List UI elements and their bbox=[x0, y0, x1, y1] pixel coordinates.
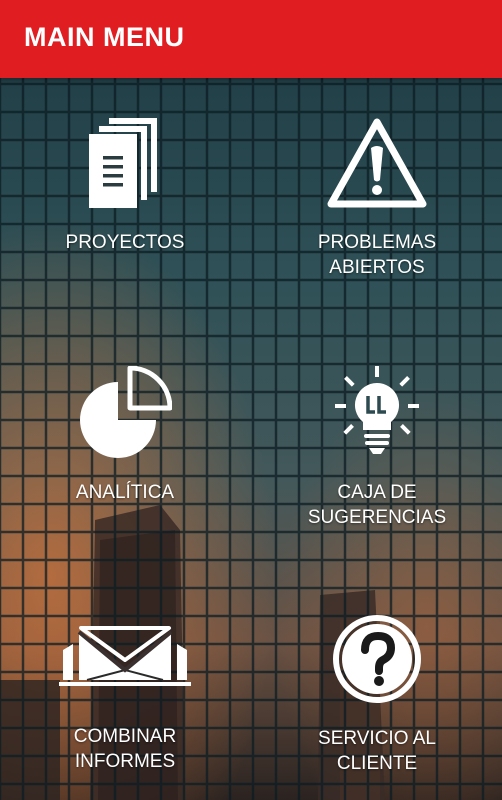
menu-item-combinar-informes[interactable]: COMBINAR INFORMES bbox=[15, 626, 235, 774]
app-bar: MAIN MENU bbox=[0, 0, 502, 78]
menu-item-label: ABIERTOS bbox=[329, 257, 425, 278]
pie-chart-icon bbox=[80, 366, 172, 458]
menu-item-analitica[interactable]: ANALÍTICA bbox=[15, 366, 235, 505]
main-menu-screen: MAIN MENU PROYECTOS PROBLEMAS ABIERTOS A bbox=[0, 0, 502, 800]
help-icon bbox=[333, 615, 421, 703]
menu-item-label: COMBINAR bbox=[73, 726, 177, 747]
menu-item-label: SUGERENCIAS bbox=[307, 507, 447, 528]
menu-item-proyectos[interactable]: PROYECTOS bbox=[15, 118, 235, 255]
menu-item-caja-de-sugerencias[interactable]: CAJA DE SUGERENCIAS bbox=[267, 366, 487, 530]
menu-item-label: PROYECTOS bbox=[65, 232, 185, 253]
mail-merge-icon bbox=[59, 626, 191, 686]
menu-item-servicio-al-cliente[interactable]: SERVICIO AL CLIENTE bbox=[267, 614, 487, 776]
menu-item-label: INFORMES bbox=[74, 751, 176, 772]
menu-item-label: CAJA DE bbox=[337, 482, 417, 503]
page-title: MAIN MENU bbox=[24, 22, 185, 52]
menu-item-problemas-abiertos[interactable]: PROBLEMAS ABIERTOS bbox=[267, 118, 487, 280]
menu-item-label: ANALÍTICA bbox=[75, 482, 175, 503]
lightbulb-icon bbox=[335, 366, 419, 454]
menu-item-label: CLIENTE bbox=[336, 753, 418, 774]
menu-item-label: PROBLEMAS bbox=[317, 232, 437, 253]
documents-icon bbox=[89, 118, 157, 208]
menu-item-label: SERVICIO AL bbox=[318, 728, 436, 749]
warning-icon bbox=[327, 118, 427, 208]
